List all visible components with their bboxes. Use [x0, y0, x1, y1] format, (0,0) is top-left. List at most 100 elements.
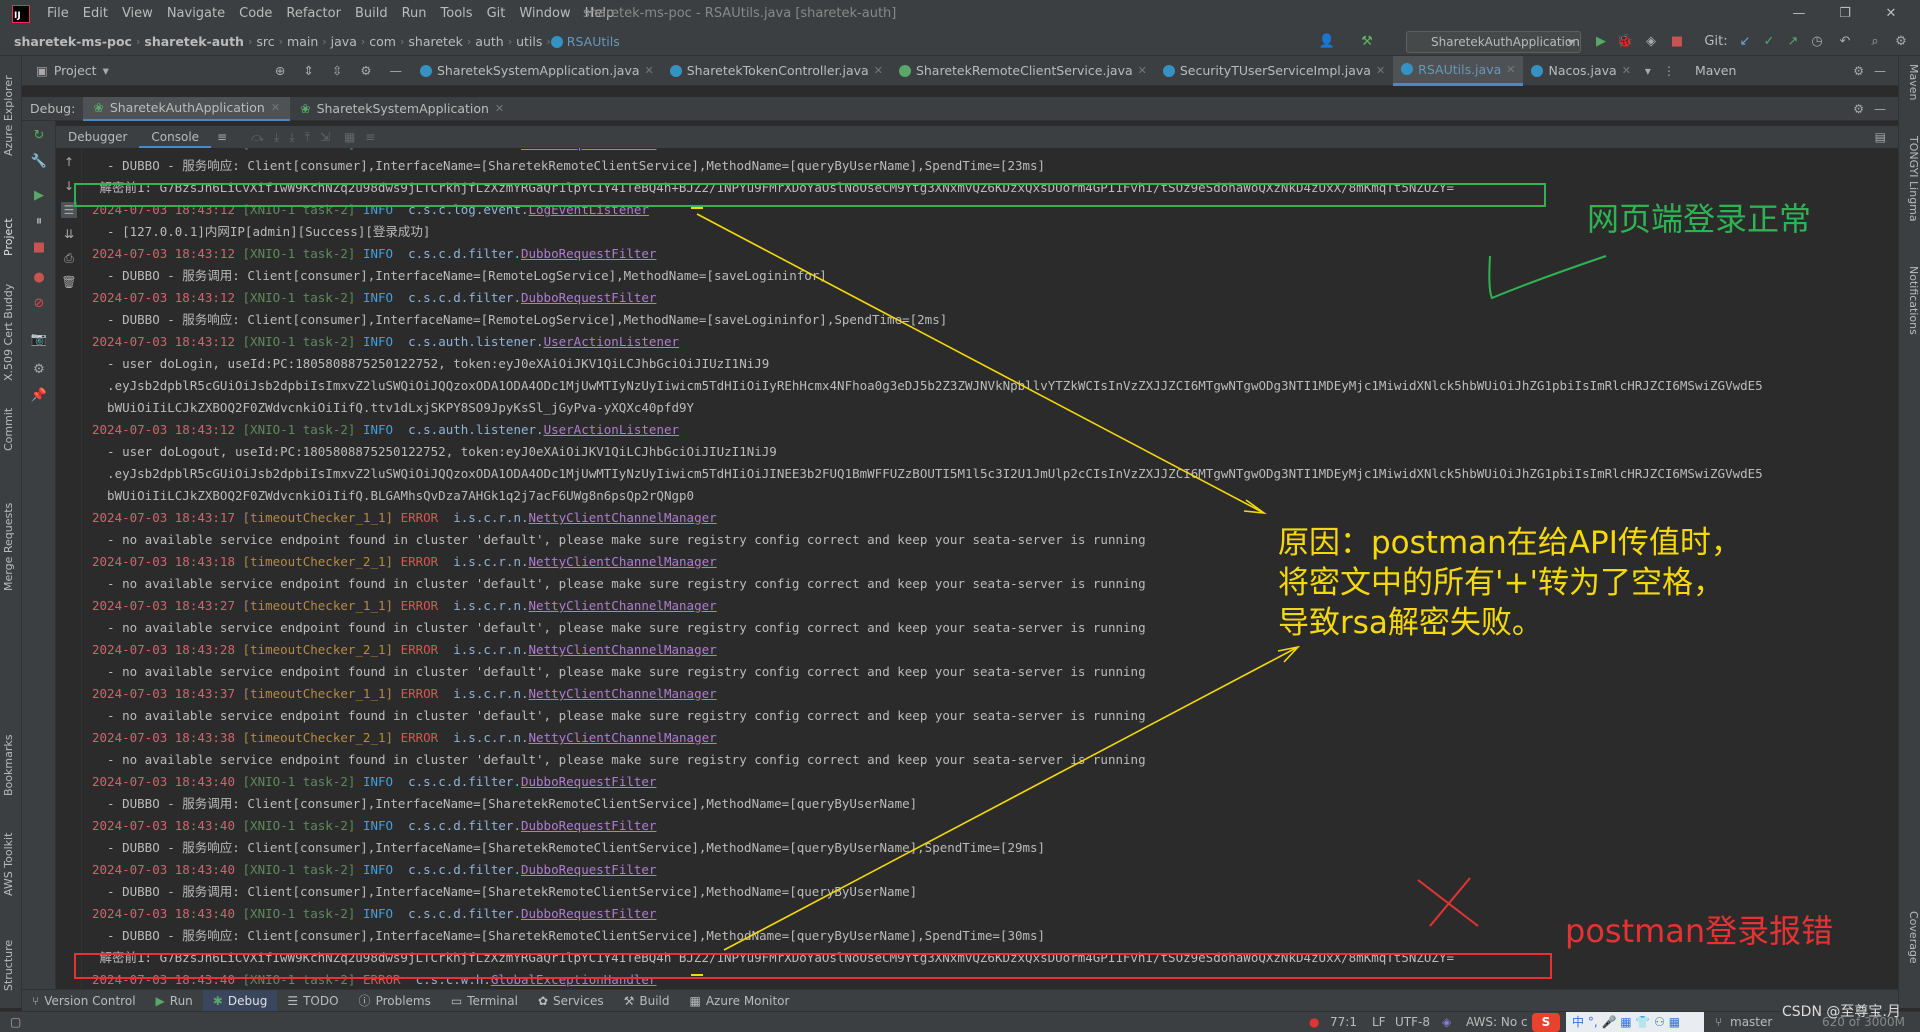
layout-icon[interactable]: ▤	[1875, 130, 1886, 144]
breadcrumb-auth[interactable]: auth	[471, 34, 507, 49]
menu-file[interactable]: File	[40, 0, 76, 28]
gear-icon[interactable]: ⚙	[360, 63, 371, 78]
tabs-dropdown-icon[interactable]: ▾	[1645, 64, 1651, 78]
git-commit-icon[interactable]: ✓	[1760, 33, 1778, 51]
debug-tab-system-application[interactable]: ❀ SharetekSystemApplication ✕	[290, 97, 514, 121]
services-tab[interactable]: ✿ Services	[528, 990, 614, 1012]
merge-requests-tab[interactable]: Merge Requests	[2, 461, 20, 591]
run-to-cursor-icon[interactable]: ⇲	[320, 130, 330, 144]
project-panel-header[interactable]: ▣ Project ▾ ⊕ ⇕ ⇳ ⚙ —	[22, 63, 412, 78]
print-icon[interactable]: ⎙	[61, 250, 77, 266]
hide-icon[interactable]: —	[390, 63, 403, 78]
close-icon[interactable]: ✕	[495, 102, 504, 115]
log-class-link[interactable]: DubboRequestFilter	[521, 246, 656, 261]
log-class-link[interactable]: DubboRequestFilter	[521, 290, 656, 305]
breadcrumb-utils[interactable]: utils	[512, 34, 546, 49]
log-class-link[interactable]: DubboRequestFilter	[521, 818, 656, 833]
menu-edit[interactable]: Edit	[76, 0, 115, 28]
editor-tab-nacos[interactable]: Nacos.java ✕	[1523, 56, 1638, 86]
hide-icon[interactable]: —	[1874, 102, 1886, 116]
structure-tab[interactable]: Structure	[2, 911, 20, 991]
log-class-link[interactable]: NettyClientChannelManager	[529, 642, 717, 657]
camera-icon[interactable]: 📷	[30, 331, 48, 349]
console-tab[interactable]: Console	[139, 126, 212, 148]
mute-breakpoints-icon[interactable]: ⊘	[30, 295, 48, 313]
sogou-ime-icon[interactable]: S	[1532, 1013, 1560, 1032]
stop-icon[interactable]: ■	[30, 239, 48, 257]
step-over-icon[interactable]: ⤼	[251, 130, 264, 145]
step-out-icon[interactable]: ⤒	[305, 130, 310, 145]
trace-icon[interactable]: ≡	[365, 130, 375, 144]
log-class-link[interactable]: NettyClientChannelManager	[529, 598, 717, 613]
close-window-button[interactable]: ✕	[1868, 0, 1914, 28]
log-class-link[interactable]: DubboRequestFilter	[521, 862, 656, 877]
hide-icon[interactable]: —	[1874, 64, 1886, 78]
log-class-link[interactable]: UserActionListener	[544, 334, 679, 349]
breadcrumb-main[interactable]: main	[283, 34, 322, 49]
problems-tab[interactable]: ⓘ Problems	[349, 990, 441, 1012]
editor-tab-token-controller[interactable]: SharetekTokenController.java ✕	[662, 56, 891, 86]
clear-all-icon[interactable]: 🗑	[61, 274, 77, 290]
menu-window[interactable]: Window	[512, 0, 577, 28]
editor-tab-rsautils[interactable]: RSAUtils.java ✕	[1393, 55, 1524, 86]
run-icon[interactable]: ▶	[1592, 33, 1610, 51]
bookmarks-tab[interactable]: Bookmarks	[2, 706, 20, 796]
rollback-icon[interactable]: ↶	[1836, 33, 1854, 51]
cert-buddy-tab[interactable]: X.509 Cert Buddy	[2, 261, 20, 381]
breadcrumb-src[interactable]: src	[252, 34, 278, 49]
evaluate-icon[interactable]: ▦	[344, 130, 355, 144]
history-icon[interactable]: ◷	[1808, 33, 1826, 51]
menu-refactor[interactable]: Refactor	[279, 0, 348, 28]
view-breakpoints-icon[interactable]: ●	[30, 269, 48, 287]
menu-tools[interactable]: Tools	[434, 0, 480, 28]
log-class-link[interactable]: NettyClientChannelManager	[529, 730, 717, 745]
scroll-to-end-icon[interactable]: ⇊	[61, 226, 77, 242]
search-icon[interactable]: ⌕	[1866, 33, 1884, 51]
close-icon[interactable]: ✕	[1506, 63, 1515, 76]
log-class-link[interactable]: NettyClientChannelManager	[529, 510, 717, 525]
git-push-icon[interactable]: ↗	[1784, 33, 1802, 51]
coverage-icon[interactable]: ◈	[1642, 33, 1660, 51]
todo-tab[interactable]: ☰ TODO	[277, 990, 348, 1012]
coverage-tab[interactable]: Coverage	[1902, 911, 1920, 991]
pin-icon[interactable]: 📌	[30, 387, 48, 405]
debug-icon[interactable]: 🐞	[1616, 33, 1634, 51]
breadcrumb-project[interactable]: sharetek-ms-poc	[10, 34, 136, 49]
log-class-link[interactable]: NettyClientChannelManager	[529, 554, 717, 569]
azure-explorer-tab[interactable]: Azure Explorer	[2, 66, 20, 156]
azure-monitor-tab[interactable]: ▦ Azure Monitor	[680, 990, 800, 1012]
build-hammer-icon[interactable]: ⚒	[1358, 33, 1376, 51]
layout-toggle-icon[interactable]: ▢	[10, 1012, 21, 1032]
close-icon[interactable]: ✕	[1622, 64, 1631, 77]
menu-git[interactable]: Git	[480, 0, 513, 28]
menu-code[interactable]: Code	[232, 0, 279, 28]
notifications-tab[interactable]: Notifications	[1902, 266, 1920, 366]
expand-icon[interactable]: ⇳	[332, 63, 342, 78]
stop-icon[interactable]: ■	[1668, 33, 1686, 51]
breadcrumb-module[interactable]: sharetek-auth	[140, 34, 248, 49]
log-class-link[interactable]: DubboRequestFilter	[521, 148, 656, 151]
menu-run[interactable]: Run	[395, 0, 434, 28]
log-class-link[interactable]: DubboRequestFilter	[521, 906, 656, 921]
version-control-tab[interactable]: ⑂ Version Control	[22, 990, 146, 1012]
log-class-link[interactable]: DubboRequestFilter	[521, 774, 656, 789]
project-tool-tab[interactable]: Project	[2, 186, 20, 256]
wrench-icon[interactable]: 🔧	[30, 153, 48, 171]
menu-build[interactable]: Build	[348, 0, 395, 28]
terminal-tab[interactable]: ▭ Terminal	[441, 990, 528, 1012]
editor-tab-user-service-impl[interactable]: SecurityTUserServiceImpl.java ✕	[1155, 56, 1393, 86]
ime-toolbar[interactable]: 中 °, 🎤 ▦ 👕 ⚇ ▦	[1566, 1012, 1704, 1032]
pause-icon[interactable]: ⏸	[30, 213, 48, 231]
run-tab[interactable]: ▶ Run	[146, 990, 203, 1012]
editor-tab-remote-client-service[interactable]: SharetekRemoteClientService.java ✕	[891, 56, 1155, 86]
close-icon[interactable]: ✕	[1376, 64, 1385, 77]
commit-tab[interactable]: Commit	[2, 391, 20, 451]
menu-lines-icon[interactable]: ≡	[217, 130, 227, 144]
close-icon[interactable]: ✕	[645, 64, 654, 77]
log-class-link[interactable]: NettyClientChannelManager	[529, 686, 717, 701]
gear-icon[interactable]: ⚙	[1853, 102, 1864, 116]
settings-icon[interactable]: ⚙	[30, 361, 48, 379]
breadcrumb-file[interactable]: RSAUtils	[563, 34, 624, 49]
breadcrumb-com[interactable]: com	[365, 34, 400, 49]
maximize-button[interactable]: ❐	[1822, 0, 1868, 28]
